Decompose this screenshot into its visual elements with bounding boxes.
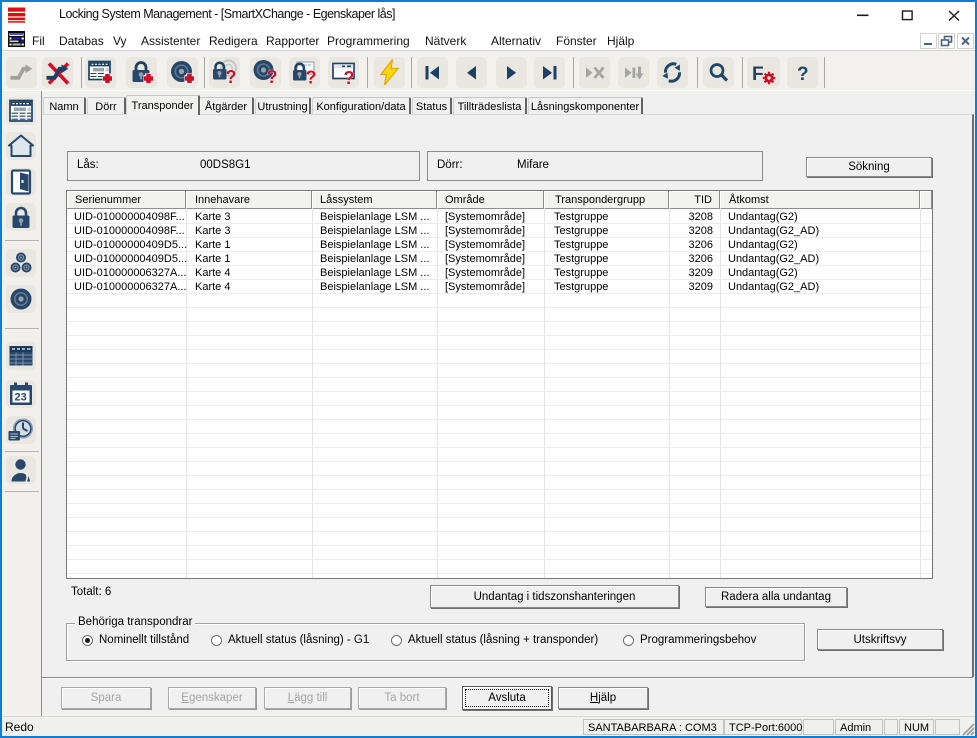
svg-text:23: 23 [15, 392, 27, 404]
svg-text:?: ? [797, 64, 809, 85]
svg-text:?: ? [226, 67, 237, 87]
svg-text:F: F [752, 64, 764, 85]
svg-text:?: ? [306, 68, 317, 88]
svg-text:?: ? [344, 68, 355, 88]
svg-text:?: ? [267, 67, 278, 87]
